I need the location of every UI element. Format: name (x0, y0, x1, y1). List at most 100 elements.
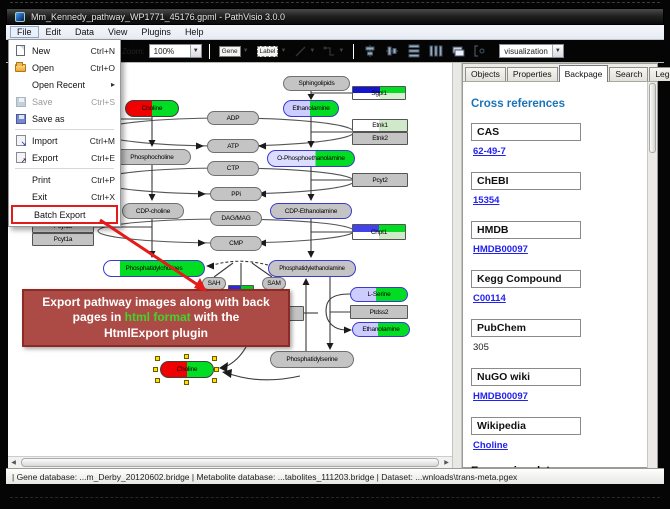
save-icon (14, 96, 27, 108)
group-button[interactable] (471, 43, 489, 60)
node-choline-selected[interactable]: Choline (160, 361, 214, 378)
selection-handle[interactable] (155, 378, 160, 383)
distribute-horizontal-button[interactable] (427, 43, 445, 60)
scrollbar-thumb[interactable] (649, 83, 656, 153)
chevron-down-icon[interactable]: ▼ (338, 48, 344, 54)
selection-handle[interactable] (184, 354, 189, 359)
xref-link[interactable]: Choline (473, 440, 508, 451)
node-ethanolamine-top[interactable]: Ethanolamine (283, 100, 339, 117)
selection-handle[interactable] (212, 378, 217, 383)
node-choline-top[interactable]: Choline (125, 100, 179, 117)
callout-line1: Export pathway images along with back (42, 295, 269, 311)
menu-separator (15, 168, 114, 169)
line-icon (294, 45, 307, 58)
menu-item-save-as[interactable]: Save as (11, 110, 118, 127)
toolbar-separator (353, 44, 354, 59)
callout-line3: HtmlExport plugin (104, 326, 208, 342)
xref-link[interactable]: 15354 (473, 195, 499, 206)
chevron-down-icon[interactable]: ▼ (190, 45, 201, 57)
node-pcyt1a[interactable]: Pcyt1a (32, 233, 94, 246)
scroll-left-icon[interactable]: ◀ (8, 458, 19, 468)
align-middle-button[interactable] (383, 43, 401, 60)
selection-handle[interactable] (214, 367, 219, 372)
xref-wikipedia: Wikipedia Choline (471, 417, 649, 453)
chevron-down-icon[interactable]: ▼ (552, 45, 563, 57)
node-phosphatidylethanolamine[interactable]: Phosphatidylethanolamine (268, 260, 356, 277)
menu-help[interactable]: Help (178, 26, 211, 38)
menu-item-open-recent[interactable]: Open Recent (11, 76, 118, 93)
menu-view[interactable]: View (101, 26, 134, 38)
tab-properties[interactable]: Properties (507, 67, 558, 81)
menu-edit[interactable]: Edit (39, 26, 69, 38)
menu-item-new[interactable]: NewCtrl+N (11, 42, 118, 59)
node-cmp[interactable]: CMP (210, 236, 262, 251)
menu-item-import[interactable]: ImportCtrl+M (11, 132, 118, 149)
node-phosphatidylcholines[interactable]: Phosphatidylcholines (103, 260, 205, 277)
callout-highlight: html format (125, 310, 191, 324)
distribute-vertical-button[interactable] (405, 43, 423, 60)
node-sphingolipids[interactable]: Sphingolipids (283, 76, 350, 91)
visualization-combobox[interactable]: visualization ▼ (499, 44, 564, 58)
menu-item-exit[interactable]: ExitCtrl+X (11, 188, 118, 205)
node-adp[interactable]: ADP (207, 111, 259, 125)
add-label-button[interactable]: Label ▼ (255, 43, 289, 60)
zoom-combobox[interactable]: 100% ▼ (149, 44, 202, 58)
node-dag-mag[interactable]: DAG/MAG (210, 211, 262, 226)
align-center-icon (363, 44, 377, 58)
callout-line2: pages in html format with the (73, 310, 240, 326)
add-gene-button[interactable]: Gene ▼ (217, 43, 251, 60)
canvas-horizontal-scrollbar[interactable]: ◀ ▶ (8, 456, 452, 468)
menu-item-export[interactable]: ExportCtrl+E (11, 149, 118, 166)
chevron-down-icon[interactable]: ▼ (309, 48, 315, 54)
menu-item-save: SaveCtrl+S (11, 93, 118, 110)
node-phosphatidylserine[interactable]: Phosphatidylserine (270, 351, 354, 368)
node-ptdss2[interactable]: Ptdss2 (350, 305, 408, 319)
xref-hmdb: HMDB HMDB00097 (471, 221, 649, 257)
selection-handle[interactable] (155, 356, 160, 361)
selection-handle[interactable] (153, 367, 158, 372)
menu-plugins[interactable]: Plugins (134, 26, 178, 38)
node-phosphocholine[interactable]: Phosphocholine (113, 149, 191, 165)
menu-item-batch-export[interactable]: Batch Export (11, 205, 118, 224)
scrollbar-thumb[interactable] (21, 458, 439, 467)
draw-connector-button[interactable]: ▼ (321, 43, 346, 60)
tab-legend[interactable]: Legend (649, 67, 670, 81)
xref-link[interactable]: 62-49-7 (473, 146, 506, 157)
node-etnk2[interactable]: Etnk2 (352, 132, 408, 145)
chevron-down-icon[interactable]: ▼ (280, 48, 286, 54)
tab-backpage[interactable]: Backpage (559, 65, 609, 82)
node-l-serine[interactable]: L-Serine (350, 287, 408, 302)
align-center-button[interactable] (361, 43, 379, 60)
tab-search[interactable]: Search (609, 67, 648, 81)
node-o-phosphoethanolamine[interactable]: O-Phosphoethanolamine (267, 150, 355, 167)
menu-file[interactable]: File (10, 26, 39, 38)
menu-item-print[interactable]: PrintCtrl+P (11, 171, 118, 188)
node-ppi[interactable]: PPi (210, 187, 262, 201)
menu-item-open[interactable]: OpenCtrl+O (11, 59, 118, 76)
xref-header: Kegg Compound (471, 270, 581, 288)
selection-handle[interactable] (184, 380, 189, 385)
tab-objects[interactable]: Objects (465, 67, 506, 81)
chevron-down-icon[interactable]: ▼ (243, 48, 249, 54)
visualization-value[interactable]: visualization (500, 47, 552, 56)
menu-data[interactable]: Data (68, 26, 101, 38)
draw-line-button[interactable]: ▼ (292, 43, 317, 60)
xref-link[interactable]: C00114 (473, 293, 506, 304)
zoom-value[interactable]: 100% (150, 47, 190, 56)
scroll-right-icon[interactable]: ▶ (441, 458, 452, 468)
node-ethanolamine-bottom[interactable]: Ethanolamine (352, 322, 410, 337)
common-size-button[interactable] (449, 43, 467, 60)
node-etnk1[interactable]: Etnk1 (352, 119, 408, 132)
xref-link[interactable]: HMDB00097 (473, 244, 528, 255)
panel-splitter[interactable] (452, 63, 462, 468)
node-cdp-choline[interactable]: CDP-choline (122, 203, 184, 219)
node-pcyt2[interactable]: Pcyt2 (352, 173, 408, 187)
sidebar-vertical-scrollbar[interactable] (647, 82, 657, 468)
node-cdp-ethanolamine[interactable]: CDP-Ethanolamine (270, 203, 352, 219)
selection-handle[interactable] (212, 356, 217, 361)
node-chpt1[interactable]: Chpt1 (352, 224, 406, 240)
node-ctp[interactable]: CTP (207, 161, 259, 176)
xref-link[interactable]: HMDB00097 (473, 391, 528, 402)
node-atp[interactable]: ATP (207, 139, 259, 153)
node-sgpl1[interactable]: Sgpl1 (352, 86, 406, 100)
